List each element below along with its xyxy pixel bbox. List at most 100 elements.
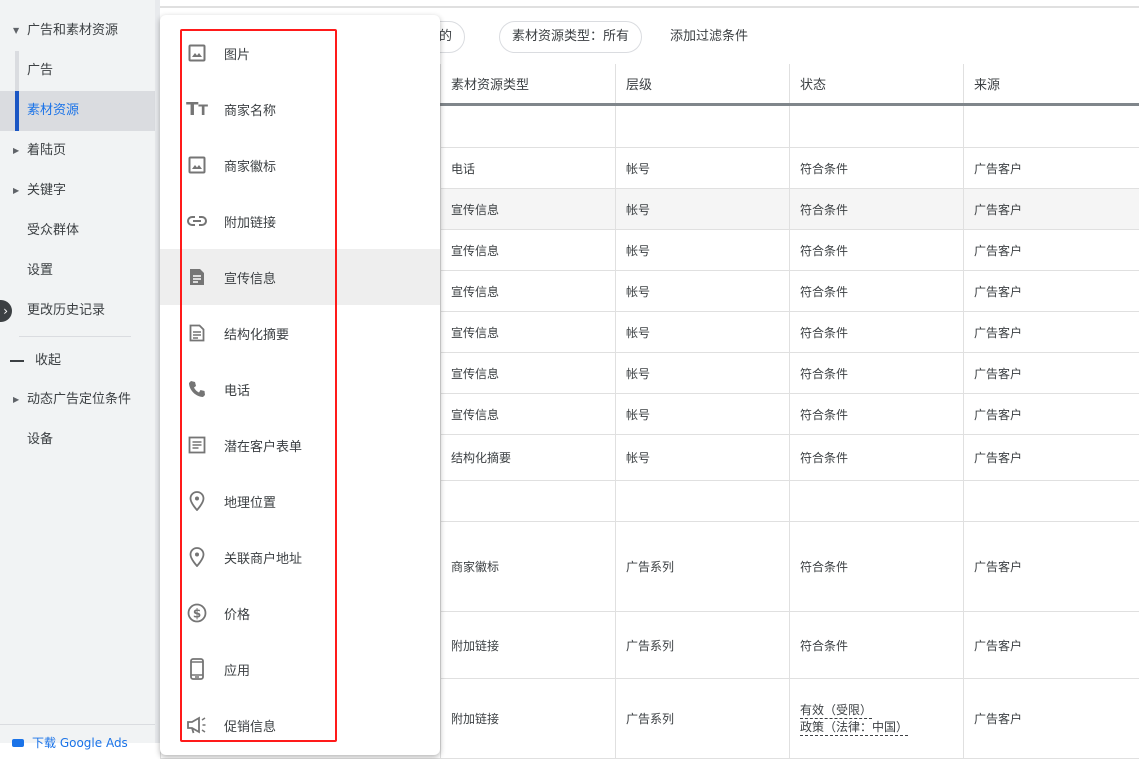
table-cell: 附加链接 — [440, 612, 615, 678]
menu-item[interactable]: 电话 — [160, 361, 440, 417]
caret-down-icon: ▼ — [13, 26, 20, 35]
cell-text: 广告系列 — [626, 638, 675, 653]
svg-text:$: $ — [193, 607, 201, 621]
menu-item-label: 价格 — [224, 607, 251, 623]
menu-item[interactable]: 图片 — [160, 25, 440, 81]
table-cell: 附加链接 — [440, 679, 615, 758]
table-cell — [963, 481, 1139, 521]
status-text[interactable]: 政策（法律：中国） — [800, 719, 909, 736]
add-filter-button[interactable]: 添加过滤条件 — [670, 21, 748, 53]
megaphone-icon — [186, 714, 208, 736]
menu-item[interactable]: 地理位置 — [160, 473, 440, 529]
column-header: 状态 — [800, 78, 827, 93]
menu-item-label: 关联商户地址 — [224, 551, 303, 567]
menu-item[interactable]: 应用 — [160, 641, 440, 697]
article-icon — [186, 266, 208, 288]
cell-text: 符合条件 — [800, 243, 849, 258]
menu-item[interactable]: 促销信息 — [160, 697, 440, 753]
table-cell: 符合条件 — [789, 522, 963, 611]
sidebar-item-ads-and-assets[interactable]: ▼ 广告和素材资源 — [0, 11, 155, 51]
sidebar-item-ads[interactable]: 广告 — [0, 51, 155, 91]
table-cell: 帐号 — [615, 189, 789, 229]
cell-text: 宣传信息 — [451, 325, 500, 340]
table-cell: 帐号 — [615, 435, 789, 480]
cell-text: 广告客户 — [974, 407, 1023, 422]
table-cell: 符合条件 — [789, 271, 963, 311]
sidebar-item-dynamic-ad-targets[interactable]: ▶ 动态广告定位条件 — [0, 380, 155, 420]
table-cell: 广告系列 — [615, 612, 789, 678]
table-cell: 帐号 — [615, 230, 789, 270]
cell-text: 广告客户 — [974, 325, 1023, 340]
table-cell: 宣传信息 — [440, 353, 615, 393]
sidebar: ▼ 广告和素材资源 广告 素材资源 ▶ 着陆页 ▶ 关键字 受众群体 设置 › 更改历史… — [0, 0, 155, 750]
cell-text: 广告客户 — [974, 560, 1023, 574]
table-cell: 商家徽标 — [440, 522, 615, 611]
label: 着陆页 — [27, 143, 67, 158]
cell-text: 广告系列 — [626, 712, 675, 726]
sidebar-item-audiences[interactable]: 受众群体 — [0, 211, 155, 251]
sidebar-item-devices[interactable]: 设备 — [0, 420, 155, 460]
asset-type-menu: 图片 TT 商家名称 商家徽标 附加链接 宣传信息结构化摘要电话 潜在客户表单 地理位置关联商… — [160, 15, 440, 755]
table-cell: 宣传信息 — [440, 312, 615, 352]
label: 设置 — [27, 263, 54, 278]
menu-item[interactable]: 结构化摘要 — [160, 305, 440, 361]
table-cell: 广告客户 — [963, 230, 1139, 270]
location-pin-icon — [186, 490, 208, 512]
table-cell: 广告客户 — [963, 394, 1139, 434]
table-cell: 帐号 — [615, 353, 789, 393]
menu-item[interactable]: 宣传信息 — [160, 249, 440, 305]
menu-item[interactable]: $ 价格 — [160, 585, 440, 641]
menu-item-label: 商家名称 — [224, 103, 277, 119]
table-cell: 广告客户 — [963, 612, 1139, 678]
menu-item-label: 应用 — [224, 663, 251, 679]
cell-text: 附加链接 — [451, 638, 500, 653]
filter-chip-asset-type[interactable]: 素材资源类型：所有 — [499, 21, 643, 53]
column-header: 来源 — [974, 78, 1001, 93]
cell-text: 广告客户 — [974, 451, 1023, 465]
sidebar-item-assets[interactable]: 素材资源 — [0, 91, 155, 131]
cell-text: 商家徽标 — [451, 560, 500, 574]
cell-text: 符合条件 — [800, 161, 849, 176]
table-cell: 广告客户 — [963, 271, 1139, 311]
download-icon — [12, 739, 24, 747]
menu-item[interactable]: 商家徽标 — [160, 137, 440, 193]
label: 设备 — [27, 432, 54, 447]
label: 下载 Google Ads — [32, 736, 128, 750]
label: 更改历史记录 — [27, 303, 106, 318]
table-cell — [615, 106, 789, 147]
menu-item[interactable]: TT 商家名称 — [160, 81, 440, 137]
menu-item-label: 结构化摘要 — [224, 327, 290, 343]
table-cell: 来源 — [963, 64, 1139, 103]
cell-text: 广告客户 — [974, 712, 1023, 726]
column-header: 层级 — [626, 78, 653, 93]
cell-text: 符合条件 — [800, 560, 849, 574]
cell-text: 宣传信息 — [451, 366, 500, 381]
link-icon — [186, 210, 208, 232]
top-bar — [160, 0, 1139, 8]
menu-item[interactable]: 潜在客户表单 — [160, 417, 440, 473]
sidebar-item-landing-pages[interactable]: ▶ 着陆页 — [0, 131, 155, 171]
menu-item[interactable]: 附加链接 — [160, 193, 440, 249]
cell-text: 广告系列 — [626, 560, 675, 574]
cell-text: 广告客户 — [974, 202, 1023, 217]
cell-text: 符合条件 — [800, 407, 849, 422]
cell-text: 结构化摘要 — [451, 451, 512, 465]
minus-icon — [10, 360, 24, 362]
expand-circle-icon[interactable]: › — [0, 300, 12, 322]
sidebar-item-change-history[interactable]: › 更改历史记录 — [0, 291, 155, 331]
table-cell: 符合条件 — [789, 230, 963, 270]
status-text[interactable]: 有效（受限） — [800, 702, 873, 719]
table-cell: 广告客户 — [963, 148, 1139, 188]
menu-item[interactable]: 关联商户地址 — [160, 529, 440, 585]
sidebar-item-settings[interactable]: 设置 — [0, 251, 155, 291]
table-cell: 符合条件 — [789, 353, 963, 393]
cell-text: 宣传信息 — [451, 407, 500, 422]
cell-text: 符合条件 — [800, 366, 849, 381]
table-cell: 符合条件 — [789, 435, 963, 480]
table-cell: 宣传信息 — [440, 394, 615, 434]
table-cell: 广告客户 — [963, 679, 1139, 758]
table-cell: 广告客户 — [963, 435, 1139, 480]
sidebar-item-keywords[interactable]: ▶ 关键字 — [0, 171, 155, 211]
sidebar-collapse[interactable]: 收起 — [0, 341, 155, 381]
table-cell: 符合条件 — [789, 189, 963, 229]
